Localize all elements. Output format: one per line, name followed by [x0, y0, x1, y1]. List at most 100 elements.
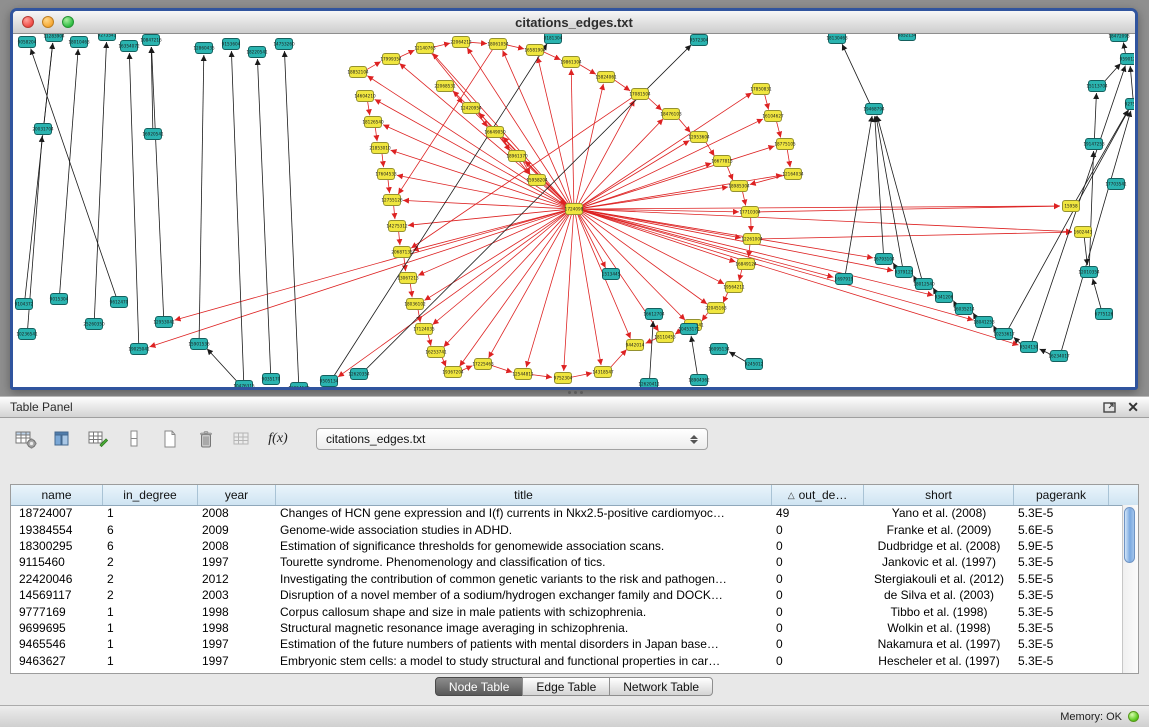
table-cell[interactable]: Stergiakouli et al. (2012): [864, 572, 1014, 586]
float-panel-icon[interactable]: [1103, 401, 1117, 413]
graph-node[interactable]: 8181304: [544, 34, 563, 44]
table-cell[interactable]: Investigating the contribution of common…: [276, 572, 772, 586]
graph-node[interactable]: 9341206: [935, 292, 954, 303]
table-cell[interactable]: Estimation of the future numbers of pati…: [276, 637, 772, 651]
graph-node[interactable]: 9590126: [1120, 54, 1134, 65]
graph-node[interactable]: 14318547: [592, 367, 614, 378]
graph-node[interactable]: 9505134: [320, 376, 339, 387]
column-header-title[interactable]: title: [276, 485, 772, 505]
table-cell[interactable]: 18724007: [11, 506, 103, 520]
table-cell[interactable]: Genome-wide association studies in ADHD.: [276, 523, 772, 537]
graph-node[interactable]: 19147253: [1083, 139, 1105, 150]
tab-network-table[interactable]: Network Table: [609, 677, 713, 696]
table-cell[interactable]: Yano et al. (2008): [864, 506, 1014, 520]
graph-node[interactable]: 16920541: [142, 129, 164, 140]
graph-node[interactable]: 17999354: [380, 54, 402, 65]
new-document-icon[interactable]: [158, 429, 182, 449]
table-cell[interactable]: 1: [103, 605, 198, 619]
graph-node[interactable]: 14604210: [354, 91, 376, 102]
panel-resize-grip[interactable]: [566, 391, 584, 395]
table-cell[interactable]: 0: [772, 637, 864, 651]
graph-node[interactable]: 9153604: [222, 39, 241, 50]
graph-node[interactable]: 18775105: [774, 139, 796, 150]
table-cell[interactable]: Disruption of a novel member of a sodium…: [276, 588, 772, 602]
graph-node[interactable]: 9524130: [1020, 342, 1039, 353]
graph-node[interactable]: 10236541: [16, 329, 38, 340]
table-cell[interactable]: 5.9E-5: [1014, 539, 1109, 553]
graph-node[interactable]: 18220541: [246, 47, 268, 58]
table-cell[interactable]: 2003: [198, 588, 276, 602]
table-cell[interactable]: 0: [772, 555, 864, 569]
table-row[interactable]: 946554611997Estimation of the future num…: [11, 636, 1123, 652]
table-cell[interactable]: de Silva et al. (2003): [864, 588, 1014, 602]
table-cell[interactable]: 5.3E-5: [1014, 588, 1109, 602]
graph-node[interactable]: 9273541: [98, 34, 117, 41]
graph-node[interactable]: 12164034: [782, 169, 804, 180]
graph-node[interactable]: 12755126: [381, 195, 403, 206]
table-cell[interactable]: 9463627: [11, 654, 103, 668]
table-cell[interactable]: Nakamura et al. (1997): [864, 637, 1014, 651]
graph-node[interactable]: 8852134: [898, 34, 917, 41]
graph-node[interactable]: 16677815: [711, 156, 733, 167]
graph-node[interactable]: 19861304: [560, 57, 582, 68]
table-cell[interactable]: Wolkin et al. (1998): [864, 621, 1014, 635]
network-canvas[interactable]: 1724098188521041799935412140763220642121…: [13, 34, 1135, 387]
graph-node[interactable]: 15824061: [595, 72, 617, 83]
graph-node[interactable]: 16253741: [425, 347, 447, 358]
graph-node[interactable]: 18961370: [506, 151, 528, 162]
show-columns-icon[interactable]: [50, 429, 74, 449]
graph-node[interactable]: 9572304: [690, 35, 709, 46]
table-row[interactable]: 977716911998Corpus callosum shape and si…: [11, 603, 1123, 619]
table-cell[interactable]: 0: [772, 605, 864, 619]
graph-node[interactable]: 21853010: [369, 143, 391, 154]
graph-node[interactable]: 10453172: [678, 324, 700, 335]
table-cell[interactable]: 2: [103, 588, 198, 602]
table-cell[interactable]: Corpus callosum shape and size in male p…: [276, 605, 772, 619]
table-cell[interactable]: 18300295: [11, 539, 103, 553]
table-cell[interactable]: 5.6E-5: [1014, 523, 1109, 537]
minimize-window-button[interactable]: [42, 16, 54, 28]
graph-node[interactable]: 22045163: [705, 303, 727, 314]
table-cell[interactable]: 14569117: [11, 588, 103, 602]
graph-node[interactable]: 20031704: [32, 124, 54, 135]
graph-node[interactable]: 10847216: [140, 35, 162, 46]
graph-node[interactable]: 15113704: [1086, 81, 1108, 92]
graph-node[interactable]: 9612470: [110, 297, 129, 308]
graph-node[interactable]: 6775126: [1095, 309, 1114, 320]
graph-node[interactable]: 9442014: [626, 340, 645, 351]
graph-node[interactable]: 9752304: [554, 373, 573, 384]
table-cell[interactable]: Embryonic stem cells: a model to study s…: [276, 654, 772, 668]
graph-node[interactable]: 18852104: [347, 67, 369, 78]
graph-node[interactable]: 16354072: [118, 41, 140, 52]
table-cell[interactable]: 1997: [198, 555, 276, 569]
graph-node[interactable]: 9035170: [262, 374, 281, 385]
table-cell[interactable]: 9465546: [11, 637, 103, 651]
column-header-pagerank[interactable]: pagerank: [1014, 485, 1109, 505]
graph-node[interactable]: 17703541: [1105, 179, 1127, 190]
table-cell[interactable]: 49: [772, 506, 864, 520]
graph-node[interactable]: 16035214: [953, 304, 975, 315]
table-cell[interactable]: Estimation of significance thresholds fo…: [276, 539, 772, 553]
table-row[interactable]: 1872400712008Changes of HCN gene express…: [11, 505, 1123, 521]
graph-node[interactable]: 1602443: [1074, 227, 1093, 238]
graph-node[interactable]: 9379125: [895, 267, 914, 278]
graph-node[interactable]: 12953604: [688, 132, 710, 143]
table-row[interactable]: 1830029562008Estimation of significance …: [11, 538, 1123, 554]
graph-node[interactable]: 12261004: [741, 234, 763, 245]
graph-node[interactable]: 19025041: [128, 344, 150, 355]
edit-table-icon[interactable]: [86, 429, 110, 449]
graph-node[interactable]: 17850831: [750, 84, 772, 95]
table-cell[interactable]: 0: [772, 572, 864, 586]
graph-node[interactable]: 1724098: [565, 204, 584, 215]
graph-node[interactable]: 18036102: [404, 299, 426, 310]
delete-trash-icon[interactable]: [194, 429, 218, 449]
column-header-name[interactable]: name: [11, 485, 103, 505]
table-cell[interactable]: 1997: [198, 654, 276, 668]
graph-node[interactable]: 18126540: [362, 117, 384, 128]
column-header-short[interactable]: short: [864, 485, 1014, 505]
graph-node[interactable]: 16581904: [524, 45, 546, 56]
graph-node[interactable]: 18061054: [487, 39, 509, 50]
zoom-window-button[interactable]: [62, 16, 74, 28]
graph-node[interactable]: 12620411: [638, 379, 660, 388]
table-cell[interactable]: 5.3E-5: [1014, 605, 1109, 619]
